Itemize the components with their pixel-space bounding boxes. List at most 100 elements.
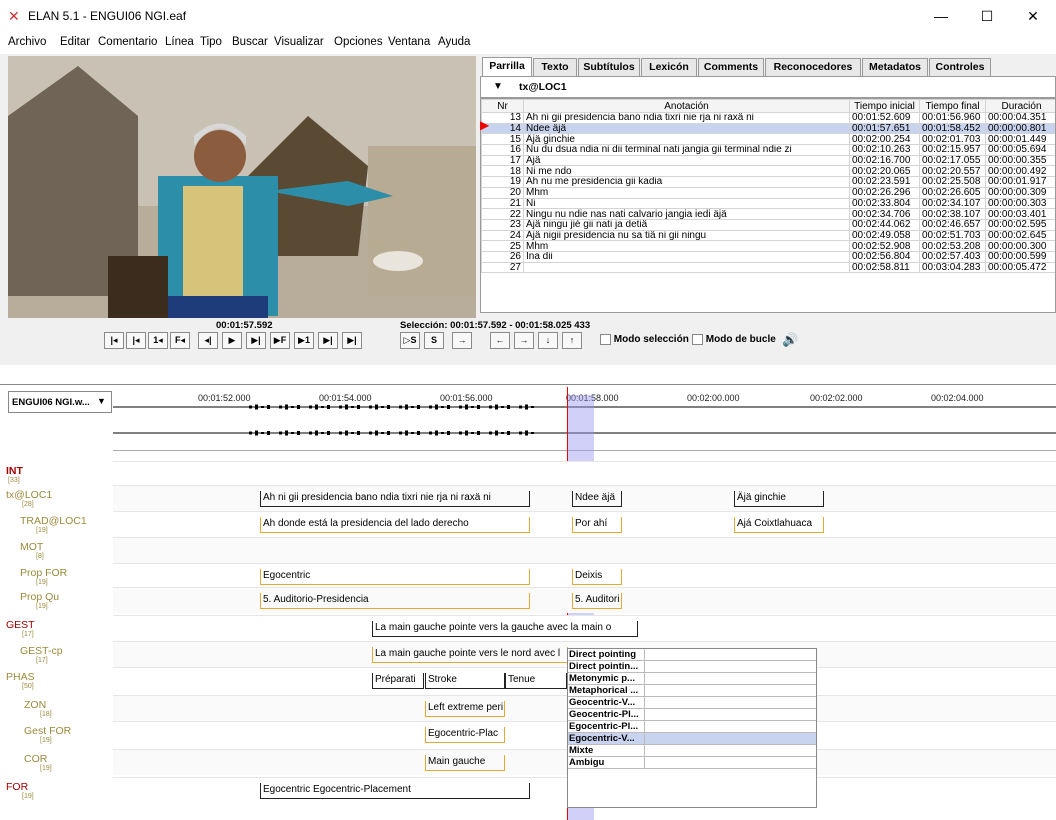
annotation[interactable]: La main gauche pointe vers la gauche ave… [372, 621, 638, 637]
cv-option[interactable]: Mixte [568, 745, 816, 757]
column-header[interactable]: Tiempo inicial [849, 99, 920, 113]
annotation[interactable]: Por ahí [572, 517, 622, 533]
navigation-button[interactable]: ↑ [562, 332, 582, 349]
navigation-button[interactable]: → [514, 332, 534, 349]
annotation[interactable]: 5. Auditorio-Presidencia [260, 593, 530, 609]
annotation[interactable]: Äjä ginchie [734, 491, 824, 507]
annotation[interactable]: Ndee äjä [572, 491, 622, 507]
dropdown-arrow-icon[interactable]: ▼ [493, 81, 503, 92]
cv-option[interactable]: Geocentric-Pl... [568, 709, 816, 721]
playback-button[interactable]: |◂ [104, 332, 124, 349]
menu-ventana[interactable]: Ventana [388, 36, 430, 48]
table-row[interactable]: 27 00:02:58.811 00:03:04.283 00:00:05.472 [481, 261, 1055, 274]
tab-subtitulos[interactable]: Subtítulos [578, 58, 640, 76]
column-header[interactable]: Duración [985, 99, 1055, 113]
navigation-button[interactable]: ↓ [538, 332, 558, 349]
table-row[interactable]: 15 Äjä ginchie 00:02:00.254 00:02:01.703 00:… [481, 133, 1055, 146]
tier-lane[interactable] [113, 537, 1056, 563]
menu-visualizar[interactable]: Visualizar [274, 36, 324, 48]
menu-tipo[interactable]: Tipo [200, 36, 222, 48]
tab-metadatos[interactable]: Metadatos [862, 58, 928, 76]
tier-lane[interactable] [113, 461, 1056, 487]
selection-button[interactable]: → [452, 332, 472, 349]
annotation[interactable]: Egocentric Egocentric-Placement [260, 783, 530, 799]
tab-texto[interactable]: Texto [533, 58, 577, 76]
table-row[interactable]: 16 Nu du dsua ndia ni dii terminal nati j… [481, 144, 1055, 156]
tab-parrilla[interactable]: Parrilla [482, 57, 532, 76]
tab-lexicon[interactable]: Lexicón [641, 58, 697, 76]
playback-button[interactable]: ▶| [318, 332, 338, 349]
close-button[interactable]: ✕ [1010, 0, 1056, 32]
cv-option[interactable]: Metonymic p... [568, 673, 816, 685]
maximize-button[interactable]: ☐ [964, 0, 1010, 32]
table-row[interactable]: 25 Mhm 00:02:52.908 00:02:53.208 00:00:00.30… [481, 240, 1055, 252]
annotation-grid[interactable]: Nr Anotación Tiempo inicial Tiempo final Dur… [480, 98, 1056, 313]
tab-controles[interactable]: Controles [929, 58, 991, 76]
annotation[interactable]: Tenue [505, 673, 567, 689]
annotation[interactable]: Ah donde está la presidencia del lado de… [260, 517, 530, 533]
modo-bucle-toggle[interactable]: Modo de bucle [692, 334, 776, 345]
annotation[interactable]: Ah ni gii presidencia bano ndia tixri ni… [260, 491, 530, 507]
cv-option[interactable]: Metaphorical ... [568, 685, 816, 697]
menu-linea[interactable]: Línea [165, 36, 194, 48]
volume-icon[interactable]: 🔊 [782, 332, 798, 348]
tier-label-for[interactable]: FOR [19] [6, 781, 118, 800]
menu-comentario[interactable]: Comentario [98, 36, 157, 48]
table-row[interactable]: 14 Ndee äjä 00:01:57.651 00:01:58.452 00:00:… [481, 122, 1055, 135]
annotation[interactable]: 5. Auditori [572, 593, 622, 609]
dropdown-arrow-icon[interactable]: ▼ [97, 396, 106, 406]
annotation[interactable]: Main gauche [425, 755, 505, 771]
modo-seleccion-toggle[interactable]: Modo selección [600, 334, 689, 345]
cv-option[interactable]: Direct pointing [568, 649, 816, 661]
timeline-area[interactable]: ENGUI06 NGI.w... ▼ 00:01:52.000 00:01:54.… [0, 365, 1056, 820]
checkbox-icon[interactable] [692, 334, 703, 345]
playback-button[interactable]: ▶1 [294, 332, 314, 349]
table-row[interactable]: 24 Äjä nigii presidencia nu sa tiä ni gii… [481, 229, 1055, 242]
table-row[interactable]: 19 Ah nu me presidencia gii kadia 00:02:23… [481, 176, 1055, 188]
tier-label-gest[interactable]: GEST [17] [6, 619, 118, 638]
playback-button[interactable]: ▶F [270, 332, 290, 349]
column-header[interactable]: Tiempo final [919, 99, 986, 113]
minimize-button[interactable]: — [918, 0, 964, 32]
selection-button[interactable]: ▷S [400, 332, 420, 349]
video-player[interactable] [8, 56, 476, 318]
checkbox-icon[interactable] [600, 334, 611, 345]
waveform-file-selector[interactable]: ENGUI06 NGI.w... ▼ [8, 391, 112, 413]
menu-editar[interactable]: Editar [60, 36, 90, 48]
overview-ruler[interactable] [0, 371, 1056, 385]
annotation[interactable]: Egocentric-Plac [425, 727, 505, 743]
annotation[interactable]: La main gauche pointe vers le nord avec … [372, 647, 568, 663]
annotation[interactable]: Ajá Coixtlahuaca [734, 517, 824, 533]
table-row[interactable]: 21 Ni 00:02:33.804 00:02:34.107 00:00:00.303 [481, 197, 1055, 210]
tier-label-phas[interactable]: PHAS [50] [6, 671, 118, 690]
playback-button[interactable]: ◂| [198, 332, 218, 349]
table-row[interactable]: 20 Mhm 00:02:26.296 00:02:26.605 00:00:00.30… [481, 186, 1055, 199]
cv-option[interactable]: Geocentric-V... [568, 697, 816, 709]
playback-button[interactable]: F◂ [170, 332, 190, 349]
cv-option[interactable]: Egocentric-Pl... [568, 721, 816, 733]
annotation[interactable]: Stroke [425, 673, 505, 689]
tier-label-int[interactable]: INT [33] [6, 465, 118, 484]
column-header[interactable]: Nr [481, 99, 524, 113]
menu-buscar[interactable]: Buscar [232, 36, 268, 48]
annotation[interactable]: Deixis [572, 569, 622, 585]
menu-ayuda[interactable]: Ayuda [438, 36, 470, 48]
tier-label-tx-loc1[interactable]: tx@LOC1 [28] [6, 489, 118, 508]
table-row[interactable]: 13 Ah ni gii presidencia bano ndia tixri … [481, 112, 1055, 124]
navigation-button[interactable]: ← [490, 332, 510, 349]
tab-reconocedores[interactable]: Reconocedores [765, 58, 861, 76]
controlled-vocabulary-list[interactable]: Direct pointing Direct pointin... Metonymi… [567, 648, 817, 808]
cv-option[interactable]: Ambigu [568, 757, 816, 769]
cv-option[interactable]: Direct pointin... [568, 661, 816, 673]
table-row[interactable]: 18 Ni me ndo 00:02:20.065 00:02:20.557 00:00… [481, 165, 1055, 178]
table-row[interactable]: 26 Ina dii 00:02:56.804 00:02:57.403 00:00:0… [481, 250, 1055, 263]
selection-button[interactable]: S [424, 332, 444, 349]
table-row[interactable]: 23 Äjä ningu jié gii nati ja detiä 00:02:4… [481, 218, 1055, 231]
table-row[interactable]: 17 Äjä 00:02:16.700 00:02:17.055 00:00:00.35… [481, 154, 1055, 167]
playback-button[interactable]: ▶ [222, 332, 242, 349]
table-row[interactable]: 22 Ningu nu ndie nas nati calvario jangia… [481, 208, 1055, 220]
playback-button[interactable]: ▶| [342, 332, 362, 349]
annotation[interactable]: Préparati [372, 673, 424, 689]
playback-button[interactable]: |◂ [126, 332, 146, 349]
menu-archivo[interactable]: Archivo [8, 36, 46, 48]
